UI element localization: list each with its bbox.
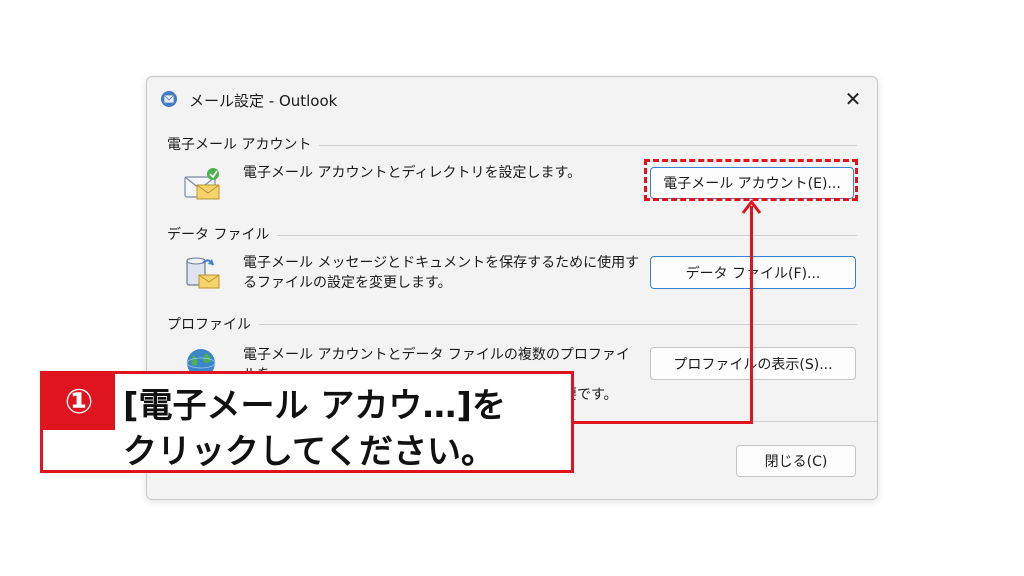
data-file-description-line1: 電子メール メッセージとドキュメントを保存するために使用す [243, 255, 640, 271]
section-label-email-account: 電子メール アカウント [167, 134, 320, 154]
title-bar: メール設定 - Outlook ✕ [147, 77, 877, 121]
mail-account-icon [184, 168, 220, 200]
section-divider [167, 324, 857, 325]
email-account-description: 電子メール アカウントとディレクトリを設定します。 [243, 165, 582, 181]
arrow-shaft-vertical [750, 206, 753, 424]
section-label-profile: プロファイル [167, 314, 259, 334]
instruction-line1: [電子メール アカウ…]を [123, 386, 506, 426]
arrow-head-icon [742, 200, 761, 214]
show-profiles-button[interactable]: プロファイルの表示(S)... [650, 347, 856, 380]
arrow-shaft-horizontal [572, 421, 753, 424]
close-icon[interactable]: ✕ [839, 85, 867, 113]
instruction-callout: ① [電子メール アカウ…]を クリックしてください。 [40, 371, 574, 473]
data-file-button[interactable]: データ ファイル(F)... [650, 256, 856, 289]
step-number-badge: ① [43, 374, 115, 430]
data-file-description-line2: るファイルの設定を変更します。 [243, 275, 452, 291]
mail-setup-app-icon [161, 91, 177, 107]
window-title: メール設定 - Outlook [189, 92, 338, 110]
close-dialog-button[interactable]: 閉じる(C) [736, 445, 856, 477]
data-file-description: 電子メール メッセージとドキュメントを保存するために使用す るファイルの設定を変… [243, 253, 643, 293]
instruction-line2: クリックしてください。 [123, 432, 495, 472]
data-file-icon [186, 257, 220, 289]
email-account-button[interactable]: 電子メール アカウント(E)... [650, 167, 854, 199]
section-label-data-file: データ ファイル [167, 224, 278, 244]
